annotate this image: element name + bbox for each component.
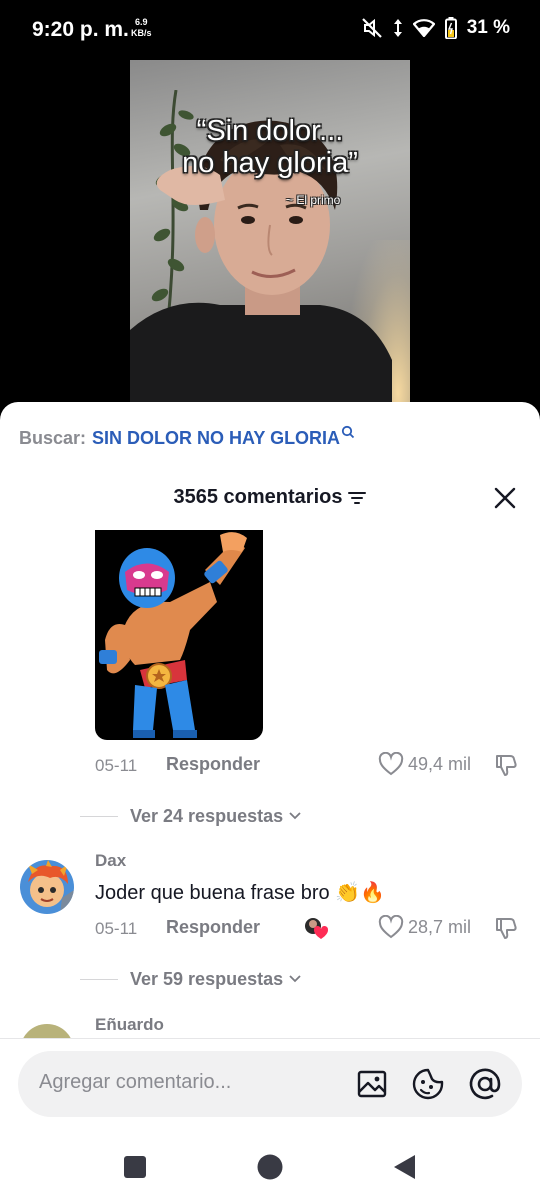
like-count: 28,7 mil xyxy=(408,916,472,937)
heart-outline-icon xyxy=(378,915,404,939)
comment-input-bar xyxy=(0,1038,540,1138)
reply-button[interactable]: Responder xyxy=(166,917,260,938)
comment-username[interactable]: Eñuardo xyxy=(95,1015,164,1035)
status-time: 9:20 p. m. xyxy=(32,18,129,41)
video-player[interactable]: “Sin dolor... no hay gloria” ~ El primo xyxy=(130,60,410,410)
filter-icon[interactable] xyxy=(348,491,367,505)
search-query-link[interactable]: SIN DOLOR NO HAY GLORIA xyxy=(92,428,340,449)
dislike-icon[interactable] xyxy=(493,752,519,778)
chevron-down-icon xyxy=(289,812,301,820)
comment-actions: 05-11 Responder 49,4 mil xyxy=(95,752,525,780)
avatar[interactable] xyxy=(20,1024,74,1038)
search-prefix: Buscar: xyxy=(19,428,87,448)
home-circle-icon[interactable] xyxy=(255,1152,285,1182)
recents-square-icon[interactable] xyxy=(120,1152,150,1182)
comment-input-pill[interactable] xyxy=(18,1051,522,1117)
emoji-icon[interactable] xyxy=(411,1067,445,1101)
comment-actions: 05-11 Responder 28,7 mil xyxy=(95,915,525,943)
network-speed: 6.9 KB/s xyxy=(131,17,152,38)
heart-outline-icon xyxy=(378,752,404,776)
status-icons: 31 % xyxy=(361,17,510,39)
comment-username[interactable]: Dax xyxy=(95,851,126,871)
status-bar: 9:20 p. m. 6.9 KB/s 31 % xyxy=(0,0,540,62)
mention-icon[interactable] xyxy=(468,1067,502,1101)
battery-percent: 31 % xyxy=(466,17,510,38)
like-count: 49,4 mil xyxy=(408,753,472,774)
comment-date: 05-11 xyxy=(95,756,138,775)
related-search[interactable]: Buscar: SIN DOLOR NO HAY GLORIA xyxy=(19,425,355,449)
person-figure xyxy=(130,120,392,410)
reply-button[interactable]: Responder xyxy=(166,754,260,775)
view-replies-button[interactable]: Ver 24 respuestas xyxy=(80,803,380,829)
dislike-icon[interactable] xyxy=(493,915,519,941)
el-primo-sticker-image xyxy=(99,532,247,738)
comment-date: 05-11 xyxy=(95,919,138,938)
search-icon xyxy=(341,425,355,439)
avatar-image xyxy=(20,860,74,914)
view-replies-label: Ver 24 respuestas xyxy=(130,805,284,826)
replies-divider xyxy=(80,815,118,817)
view-replies-button[interactable]: Ver 59 respuestas xyxy=(80,966,380,992)
avatar-image xyxy=(20,1024,74,1038)
replies-divider xyxy=(80,978,118,980)
comments-header: 3565 comentarios xyxy=(0,484,540,514)
avatar[interactable] xyxy=(20,860,74,914)
video-quote: “Sin dolor... no hay gloria” xyxy=(182,115,358,179)
data-arrows-icon xyxy=(393,19,402,37)
comment-text: Joder que buena frase bro 👏🔥 xyxy=(95,882,385,904)
comment-sticker[interactable] xyxy=(95,530,263,740)
comments-count-title: 3565 comentarios xyxy=(173,486,343,508)
close-icon[interactable] xyxy=(492,485,518,511)
creator-liked-icon xyxy=(305,918,329,939)
android-nav-bar xyxy=(0,1138,540,1200)
comment-input[interactable] xyxy=(39,1071,339,1094)
like-button[interactable]: 28,7 mil xyxy=(378,915,471,939)
video-quote-author: ~ El primo xyxy=(286,193,341,207)
wifi-icon xyxy=(412,19,435,37)
image-icon[interactable] xyxy=(355,1067,389,1101)
like-button[interactable]: 49,4 mil xyxy=(378,752,471,776)
comments-list[interactable]: 05-11 Responder 49,4 mil Ver 24 respuest… xyxy=(0,530,540,1038)
back-triangle-icon[interactable] xyxy=(390,1152,420,1182)
chevron-down-icon xyxy=(289,975,301,983)
comments-sheet: Buscar: SIN DOLOR NO HAY GLORIA 3565 com… xyxy=(0,402,540,1200)
battery-icon xyxy=(444,17,457,39)
mute-icon xyxy=(361,18,382,38)
view-replies-label: Ver 59 respuestas xyxy=(130,968,284,989)
